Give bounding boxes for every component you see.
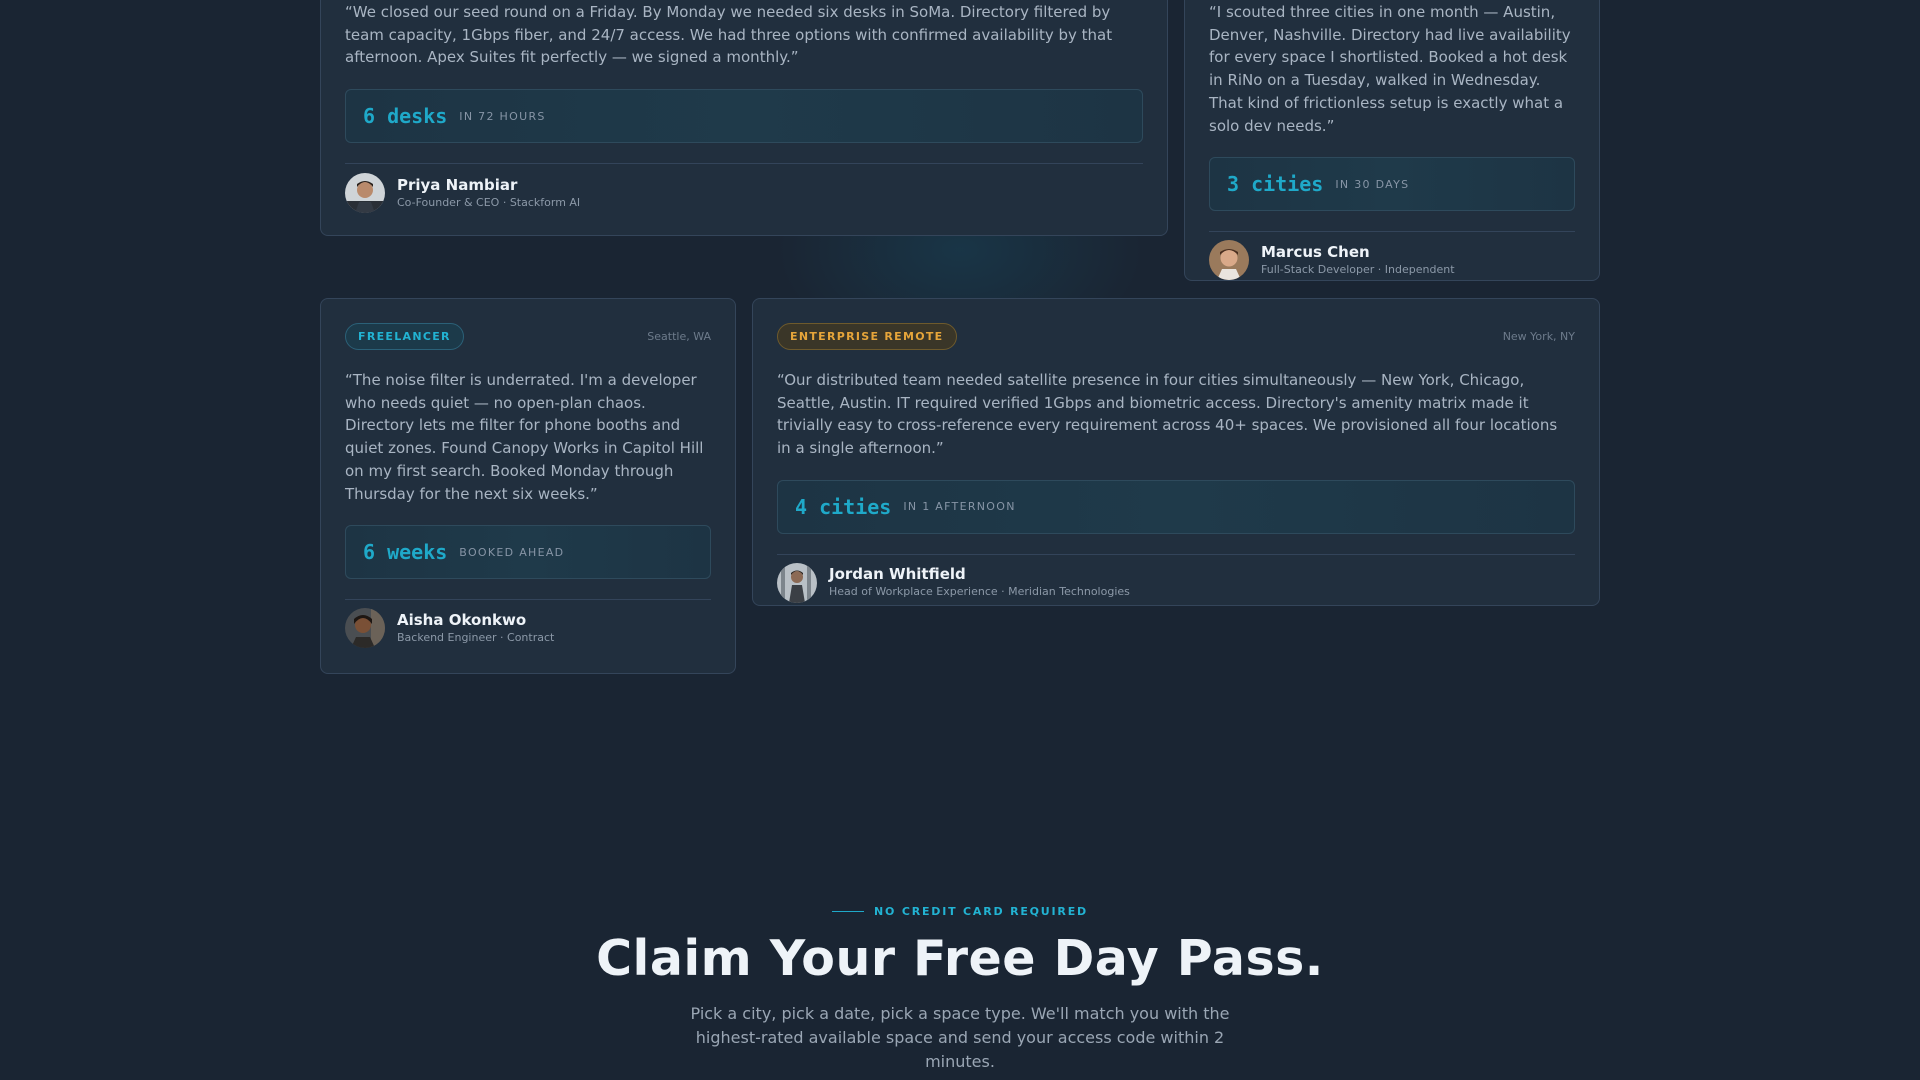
divider (777, 553, 1575, 555)
author-role: Full-Stack Developer · Independent (1261, 262, 1455, 276)
author-name: Jordan Whitfield (829, 565, 966, 584)
author-name: Aisha Okonkwo (397, 610, 527, 629)
testimonial-quote: “The noise filter is underrated. I'm a d… (345, 371, 704, 503)
testimonial-author: Jordan Whitfield Head of Workplace Exper… (777, 562, 1575, 603)
stat-label: IN 72 HOURS (459, 109, 546, 123)
testimonial-quote: “We closed our seed round on a Friday. B… (345, 3, 1113, 67)
testimonial-card-jordan: ENTERPRISE REMOTE New York, NY “Our dist… (752, 298, 1600, 606)
testimonial-card-aisha: FREELANCER Seattle, WA “The noise filter… (320, 298, 736, 674)
eyebrow-text: NO CREDIT CARD REQUIRED (874, 905, 1088, 918)
card-header: FREELANCER Seattle, WA (345, 323, 711, 350)
testimonial-stat: 3 cities IN 30 DAYS (1209, 157, 1575, 212)
eyebrow-line (832, 911, 865, 912)
testimonial-quote: “I scouted three cities in one month — A… (1209, 3, 1571, 135)
author-role: Head of Workplace Experience · Meridian … (829, 585, 1130, 599)
stat-label: IN 1 AFTERNOON (903, 500, 1016, 514)
location-label: Seattle, WA (647, 330, 711, 343)
stat-value: 3 cities (1227, 172, 1324, 197)
divider (345, 163, 1143, 165)
cta-subtext: Pick a city, pick a date, pick a space t… (690, 1004, 1230, 1071)
card-header: ENTERPRISE REMOTE New York, NY (777, 323, 1575, 350)
testimonial-stat: 4 cities IN 1 AFTERNOON (777, 479, 1575, 534)
segment-badge: FREELANCER (345, 323, 464, 350)
stat-value: 6 weeks (363, 540, 448, 565)
author-name: Priya Nambiar (397, 175, 518, 194)
cta-headline: Claim Your Free Day Pass. (596, 930, 1324, 987)
stat-label: IN 30 DAYS (1335, 177, 1410, 191)
divider (1209, 231, 1575, 233)
author-role: Backend Engineer · Contract (397, 630, 555, 644)
stat-value: 4 cities (795, 494, 892, 519)
divider (345, 599, 711, 601)
avatar (777, 562, 817, 603)
avatar (345, 173, 385, 214)
cta-eyebrow: NO CREDIT CARD REQUIRED (0, 905, 1920, 918)
segment-badge: ENTERPRISE REMOTE (777, 323, 957, 350)
testimonial-author: Priya Nambiar Co-Founder & CEO · Stackfo… (345, 173, 1143, 214)
page: “We closed our seed round on a Friday. B… (0, 0, 1920, 1080)
stat-value: 6 desks (363, 104, 448, 129)
testimonial-stat: 6 desks IN 72 HOURS (345, 89, 1143, 144)
testimonial-stat: 6 weeks BOOKED AHEAD (345, 525, 711, 580)
testimonial-author: Marcus Chen Full-Stack Developer · Indep… (1209, 240, 1575, 281)
avatar (1209, 240, 1249, 281)
testimonial-quote: “Our distributed team needed satellite p… (777, 371, 1558, 458)
testimonial-author: Aisha Okonkwo Backend Engineer · Contrac… (345, 608, 711, 649)
author-role: Co-Founder & CEO · Stackform AI (397, 195, 581, 209)
testimonial-card-marcus: “I scouted three cities in one month — A… (1184, 0, 1600, 281)
stat-label: BOOKED AHEAD (459, 545, 565, 559)
location-label: New York, NY (1502, 330, 1575, 343)
author-name: Marcus Chen (1261, 242, 1370, 261)
avatar (345, 608, 385, 649)
testimonial-card-priya: “We closed our seed round on a Friday. B… (320, 0, 1168, 236)
